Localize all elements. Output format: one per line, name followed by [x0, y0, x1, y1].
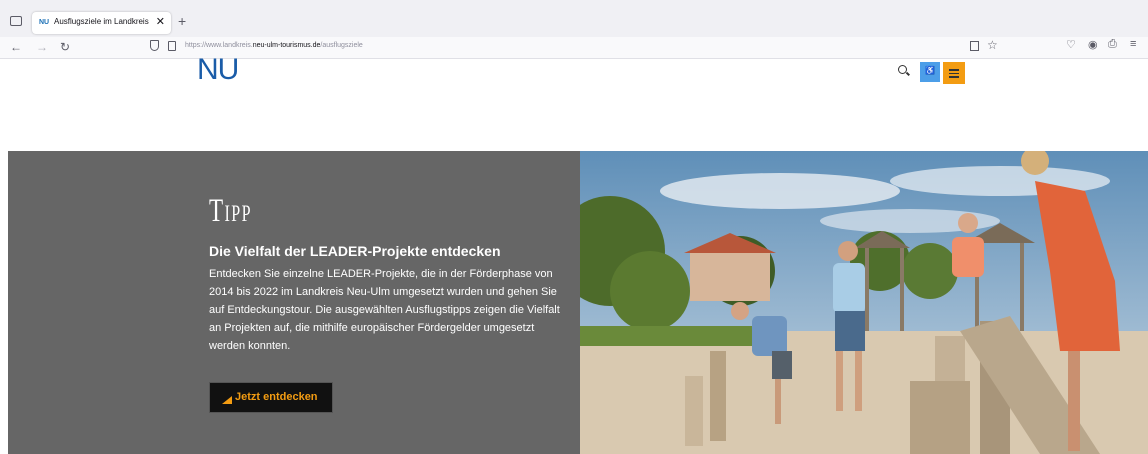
site-header: NU ♿ [0, 53, 1148, 151]
close-tab-icon[interactable]: ✕ [156, 15, 165, 28]
teaser-heading: Die Vielfalt der LEADER-Projekte entdeck… [209, 243, 501, 259]
teaser-body: Entdecken Sie einzelne LEADER-Projekte, … [209, 268, 560, 352]
tab-title: Ausflugsziele im Landkreis Neu [54, 17, 150, 26]
extensions-icon[interactable]: ⎙ [1108, 38, 1117, 51]
account-icon[interactable]: ◉ [1088, 38, 1098, 51]
reload-icon[interactable]: ↻ [60, 40, 70, 54]
address-bar[interactable]: https://www.landkreis.neu-ulm-tourismus.… [140, 38, 1000, 57]
search-icon[interactable] [898, 65, 907, 74]
app-menu-icon[interactable]: ≡ [1130, 38, 1136, 50]
browser-nav-bar: ← → ↻ https://www.landkreis.neu-ulm-tour… [0, 37, 1148, 59]
accessibility-button[interactable]: ♿ [920, 62, 940, 82]
bookmark-star-icon[interactable]: ☆ [987, 38, 998, 52]
tracking-protection-icon[interactable] [150, 40, 159, 51]
back-arrow-icon[interactable]: ← [10, 40, 22, 54]
menu-button[interactable] [943, 62, 965, 84]
teaser-photo [580, 151, 1148, 454]
teaser-kicker: Tipp [209, 193, 252, 229]
jetzt-entdecken-button[interactable]: Jetzt entdecken [209, 382, 333, 413]
teaser-section: Tipp Die Vielfalt der LEADER-Projekte en… [8, 151, 1148, 454]
browser-tab-active[interactable]: NU Ausflugsziele im Landkreis Neu ✕ [32, 12, 171, 34]
site-logo[interactable]: NU [197, 53, 239, 87]
forward-arrow-icon[interactable]: → [36, 40, 48, 54]
pocket-icon[interactable]: ♡ [1066, 38, 1076, 51]
hamburger-menu-icon [949, 69, 959, 71]
teaser-text-panel: Tipp Die Vielfalt der LEADER-Projekte en… [8, 151, 580, 454]
cta-label: Jetzt entdecken [235, 391, 318, 403]
new-tab-icon[interactable]: + [178, 14, 186, 28]
tab-list-icon[interactable] [10, 16, 22, 26]
hamburger-line [949, 72, 959, 75]
url-text[interactable]: https://www.landkreis.neu-ulm-tourismus.… [185, 42, 363, 49]
tab-favicon: NU [39, 19, 50, 26]
playground-photo [580, 151, 1148, 454]
browser-tab-bar: NU Ausflugsziele im Landkreis Neu ✕ + [0, 0, 1148, 37]
reader-view-icon[interactable] [970, 41, 979, 51]
page-info-icon[interactable] [168, 41, 176, 51]
accessibility-icon: ♿ [925, 66, 935, 75]
hamburger-line [949, 76, 959, 78]
arrow-corner-icon [222, 396, 232, 404]
